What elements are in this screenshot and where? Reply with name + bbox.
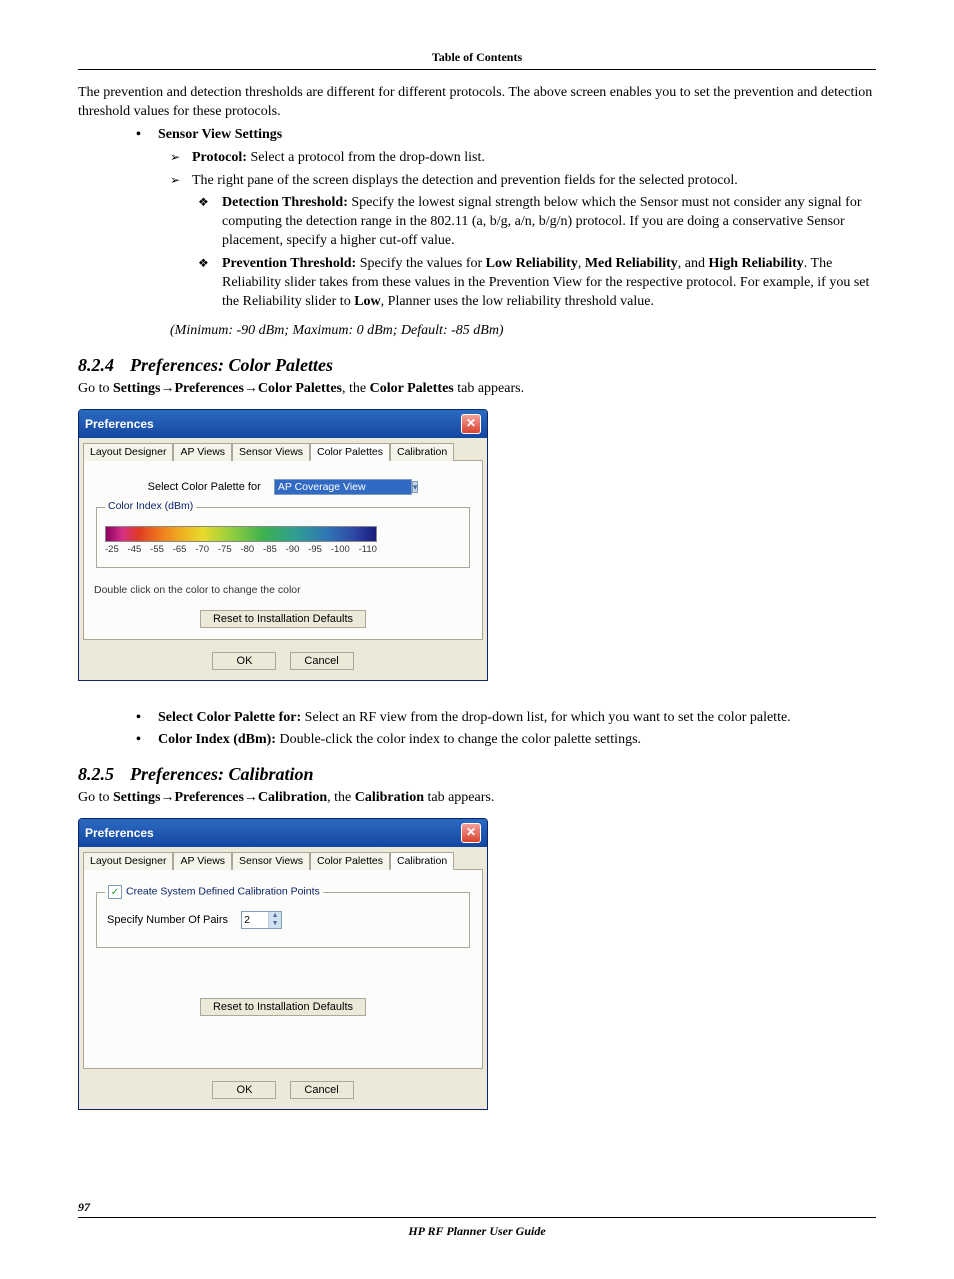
tabstrip: Layout Designer AP Views Sensor Views Co… [79,438,487,460]
reset-defaults-button[interactable]: Reset to Installation Defaults [200,998,366,1016]
tab-calibration[interactable]: Calibration [390,852,454,870]
cancel-button[interactable]: Cancel [290,652,354,670]
calibration-group-title: ✓ Create System Defined Calibration Point… [105,885,323,899]
color-index-group: Color Index (dBm) -25-45-55-65-70-75-80-… [96,507,470,568]
dialog-buttons: OK Cancel [79,1073,487,1109]
color-index-title: Color Index (dBm) [105,500,196,512]
dialog-title: Preferences [85,417,154,431]
color-gradient[interactable] [105,526,377,542]
minmax-note: (Minimum: -90 dBm; Maximum: 0 dBm; Defau… [170,322,876,341]
ok-button[interactable]: OK [212,1081,276,1099]
tab-layout-designer[interactable]: Layout Designer [83,443,173,461]
dialog-title: Preferences [85,826,154,840]
close-icon[interactable]: ✕ [461,414,481,434]
tab-layout-designer[interactable]: Layout Designer [83,852,173,870]
spinner-up-icon[interactable]: ▲ [269,912,281,920]
tab-color-palettes[interactable]: Color Palettes [310,443,390,461]
tab-sensor-views[interactable]: Sensor Views [232,852,310,870]
section-824-heading: 8.2.4Preferences: Color Palettes [78,355,876,376]
preferences-dialog-calibration: Preferences ✕ Layout Designer AP Views S… [78,818,488,1110]
right-pane-item: The right pane of the screen displays th… [170,172,876,191]
preferences-dialog-color-palettes: Preferences ✕ Layout Designer AP Views S… [78,409,488,681]
tabstrip: Layout Designer AP Views Sensor Views Co… [79,847,487,869]
ok-button[interactable]: OK [212,652,276,670]
pairs-spinner[interactable]: ▲▼ [241,911,282,929]
dialog-titlebar[interactable]: Preferences ✕ [79,819,487,847]
color-scale-labels: -25-45-55-65-70-75-80-85-90-95-100-110 [105,544,377,555]
dialog-titlebar[interactable]: Preferences ✕ [79,410,487,438]
section-824-goto: Go to Settings→Preferences→Color Palette… [78,380,876,399]
page-number: 97 [78,1200,876,1218]
pairs-input[interactable] [242,914,268,926]
intro-paragraph: The prevention and detection thresholds … [78,84,876,122]
select-palette-bullet: Select Color Palette for: Select an RF v… [136,709,876,728]
color-hint: Double click on the color to change the … [94,584,472,596]
tab-ap-views[interactable]: AP Views [173,443,232,461]
header-toc: Table of Contents [78,50,876,70]
color-index-bullet: Color Index (dBm): Double‑click the colo… [136,731,876,750]
section-825-goto: Go to Settings→Preferences→Calibration, … [78,789,876,808]
tab-calibration[interactable]: Calibration [390,443,454,461]
reset-defaults-button[interactable]: Reset to Installation Defaults [200,610,366,628]
palette-select-value: AP Coverage View [278,481,366,493]
tab-pane: Select Color Palette for AP Coverage Vie… [83,460,483,640]
prevention-threshold-item: Prevention Threshold: Specify the values… [198,255,876,312]
tab-color-palettes[interactable]: Color Palettes [310,852,390,870]
spinner-down-icon[interactable]: ▼ [269,920,281,928]
section-825-heading: 8.2.5Preferences: Calibration [78,764,876,785]
dialog-buttons: OK Cancel [79,644,487,680]
sensor-view-settings-heading: Sensor View Settings [136,126,876,145]
pairs-label: Specify Number Of Pairs [107,914,228,926]
create-points-label: Create System Defined Calibration Points [126,886,320,898]
footer-guide: HP RF Planner User Guide [78,1224,876,1239]
protocol-item: Protocol: Select a protocol from the dro… [170,149,876,168]
tab-ap-views[interactable]: AP Views [173,852,232,870]
create-points-checkbox[interactable]: ✓ [108,885,122,899]
tab-sensor-views[interactable]: Sensor Views [232,443,310,461]
chevron-down-icon[interactable]: ▾ [412,481,419,493]
tab-pane: ✓ Create System Defined Calibration Point… [83,869,483,1069]
palette-select[interactable]: AP Coverage View [274,479,412,495]
calibration-group: ✓Create System Defined Calibration Point… [96,892,470,948]
cancel-button[interactable]: Cancel [290,1081,354,1099]
close-icon[interactable]: ✕ [461,823,481,843]
detection-threshold-item: Detection Threshold: Specify the lowest … [198,194,876,251]
select-palette-label: Select Color Palette for [148,481,261,493]
